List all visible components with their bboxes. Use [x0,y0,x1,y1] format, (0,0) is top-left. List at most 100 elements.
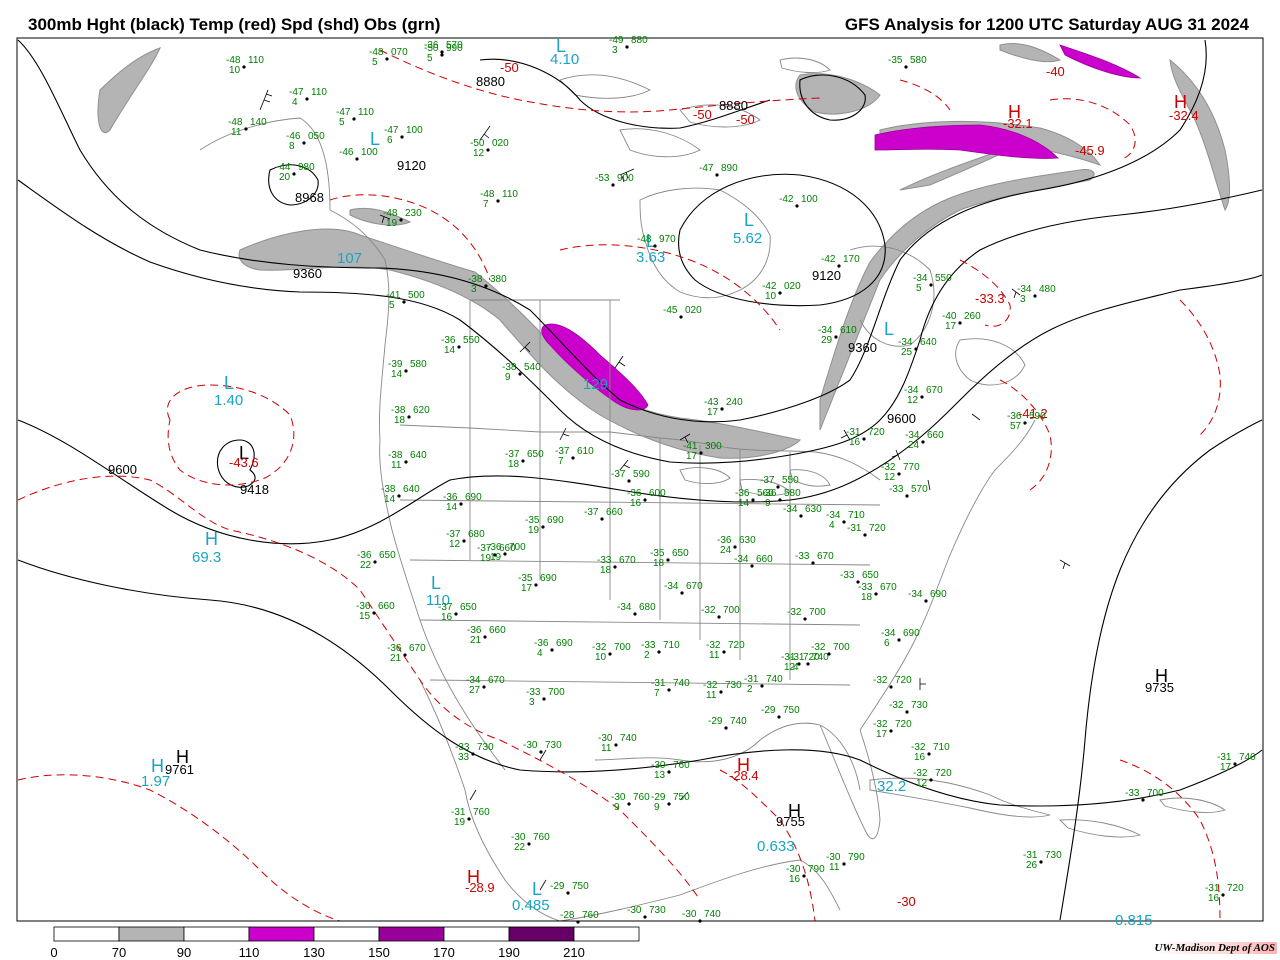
station-plot: -32 720 [873,675,912,689]
station-dot [614,743,618,747]
station-height: 790 [848,852,865,863]
station-height: 660 [606,507,623,518]
height-label: 9418 [240,482,269,497]
station-temperature: -48 [637,234,652,245]
station-temperature: -37 [584,507,599,518]
station-dot [462,539,466,543]
station-dot [550,648,554,652]
station-plot: -36 69014 [443,492,482,513]
height-label: 8880 [719,98,748,113]
station-plot: -36 66015 [356,601,395,622]
colorbar-tick-label: 110 [239,945,260,960]
station-dot [720,407,724,411]
station-temperature: -30 [523,740,538,751]
temperature-label: -50 [500,60,519,75]
station-dot [806,662,810,666]
station-dewpoint-depression: 4 [537,648,543,659]
station-dewpoint-depression: 9 [765,498,771,509]
station-height: 720 [935,768,952,779]
station-dot [486,148,490,152]
station-plot: -48 14011 [228,117,267,138]
colorbar-tick-label: 70 [112,945,126,960]
station-temperature: -42 [821,254,836,265]
station-dewpoint-depression: 9 [614,802,620,813]
height-label: 9600 [108,462,137,477]
station-height: 700 [509,542,526,553]
pressure-center-letter: H [205,529,218,549]
station-temperature: -32 [889,700,904,711]
station-plot: -30 76022 [511,832,550,853]
station-plot: -47 1105 [336,107,374,128]
station-height: 670 [409,643,426,654]
station-dot [404,460,408,464]
pressure-center-letter: L [224,373,234,393]
station-plot: -34 4803 [1017,284,1056,305]
station-dewpoint-depression: 7 [654,688,660,699]
station-plot: -29 7509 [651,792,690,813]
station-plot: -30 730 [627,905,666,919]
temperature-label: -43.6 [229,455,259,470]
station-dewpoint-depression: 3 [471,284,477,295]
station-dot [929,778,933,782]
station-plot: -32 77012 [881,462,920,483]
station-temperature: -34 [908,589,923,600]
colorbar-tick-label: 210 [563,945,585,960]
station-dewpoint-depression: 5 [427,53,433,64]
station-dewpoint-depression: 14 [446,502,458,513]
station-dot [722,650,726,654]
station-height: 760 [582,910,599,921]
station-temperature: -45 [663,305,678,316]
station-plot: -30 7609 [611,792,650,813]
station-height: 700 [809,607,826,618]
station-plot: -38 62018 [391,405,430,426]
height-label: 9120 [812,268,841,283]
station-height: 550 [782,475,799,486]
station-dot [842,862,846,866]
station-plot: -37 550 [760,475,799,489]
station-height: 140 [250,117,267,128]
station-dewpoint-depression: 6 [884,638,890,649]
station-plot: -29 750 [550,881,589,895]
station-dewpoint-depression: 13 [654,770,666,781]
station-dewpoint-depression: 5 [372,57,378,68]
station-height: 740 [730,716,747,727]
station-dewpoint-depression: 11 [231,127,242,138]
station-plot: -45 020 [663,305,702,319]
station-dot [904,65,908,69]
station-height: 750 [783,705,800,716]
station-dot [920,395,924,399]
speed-label: 69.3 [192,549,221,566]
station-dot [457,345,461,349]
station-height: 050 [308,131,325,142]
station-dewpoint-depression: 16 [441,612,453,623]
station-dewpoint-depression: 12 [916,778,928,789]
station-dot [889,729,893,733]
station-height: 720 [895,675,912,686]
station-plot: -38 64011 [388,450,427,471]
station-dewpoint-depression: 10 [595,652,607,663]
station-height: 700 [723,605,740,616]
station-dewpoint-depression: 21 [470,635,482,646]
station-dewpoint-depression: 16 [1208,893,1220,904]
station-dot [527,842,531,846]
speed-label: 0.485 [512,897,550,914]
station-height: 650 [862,570,879,581]
station-height: 620 [413,405,430,416]
station-plot: -36 66021 [467,625,506,646]
station-dewpoint-depression: 19 [528,525,540,536]
station-height: 640 [403,484,420,495]
station-height: 230 [405,208,422,219]
station-height: 740 [766,674,783,685]
station-plot: -36 55014 [441,335,480,356]
station-dewpoint-depression: 9 [505,372,511,383]
pressure-center-letter: L [431,573,441,593]
station-dot [571,456,575,460]
colorbar-tick-label: 0 [50,945,57,960]
height-label: 9360 [293,266,322,281]
station-dewpoint-depression: 9 [654,802,660,813]
temperature-label: -50 [736,112,755,127]
station-plot: -48 970 [637,234,676,248]
station-temperature: -30 [682,909,697,920]
station-height: 690 [556,638,573,649]
station-dewpoint-depression: 7 [558,456,564,467]
